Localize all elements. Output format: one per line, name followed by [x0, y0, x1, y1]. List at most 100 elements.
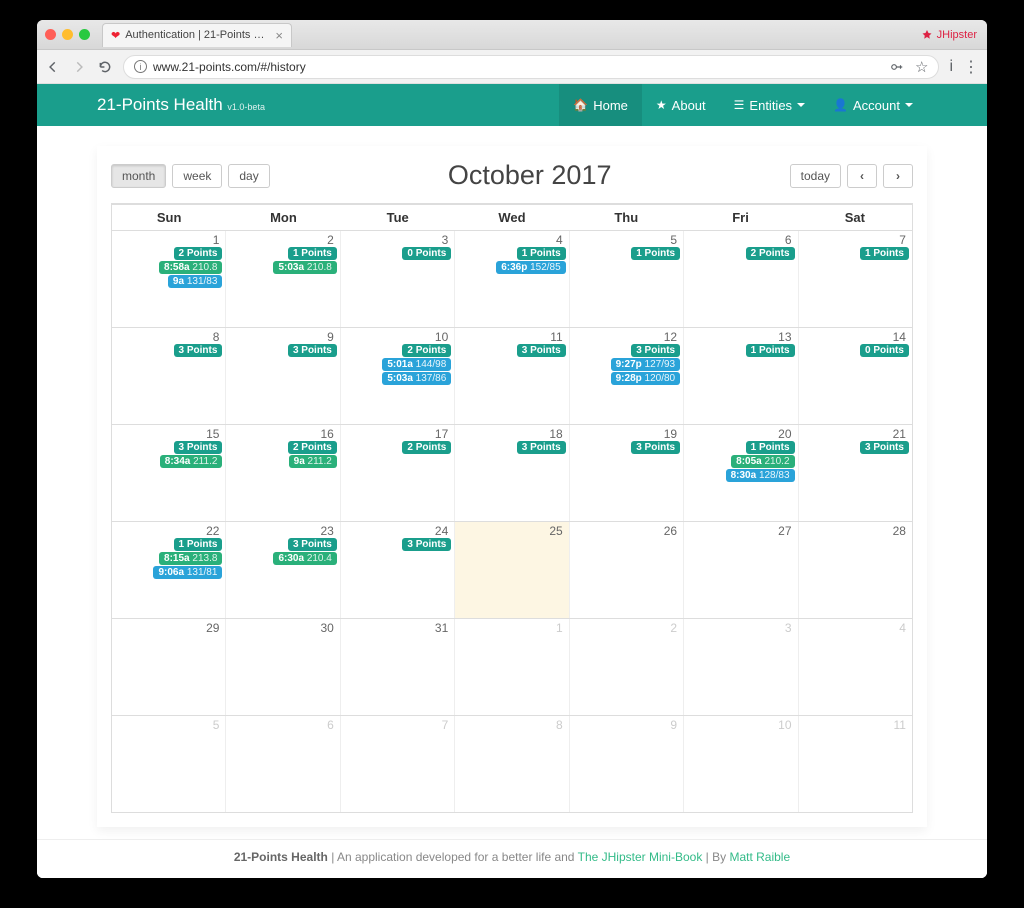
close-tab-icon[interactable]: ×: [275, 28, 283, 43]
calendar-cell[interactable]: 233 Points6:30a 210.4: [226, 522, 340, 618]
footer-link-author[interactable]: Matt Raible: [729, 850, 790, 864]
calendar-cell[interactable]: 9: [570, 716, 684, 812]
calendar-cell[interactable]: 6: [226, 716, 340, 812]
reload-button[interactable]: [97, 59, 113, 75]
event-weight[interactable]: 8:34a 211.2: [160, 455, 223, 468]
event-points[interactable]: 3 Points: [174, 344, 223, 357]
event-points[interactable]: 1 Points: [746, 441, 795, 454]
event-points[interactable]: 3 Points: [288, 538, 337, 551]
calendar-cell[interactable]: 12 Points8:58a 210.89a 131/83: [112, 231, 226, 327]
event-points[interactable]: 1 Points: [517, 247, 566, 260]
event-points[interactable]: 1 Points: [860, 247, 909, 260]
event-bp[interactable]: 5:03a 137/86: [382, 372, 451, 385]
calendar-cell[interactable]: 140 Points: [799, 328, 912, 424]
calendar-cell[interactable]: 28: [799, 522, 912, 618]
calendar-cell[interactable]: 10: [684, 716, 798, 812]
event-points[interactable]: 2 Points: [174, 247, 223, 260]
calendar-cell[interactable]: 29: [112, 619, 226, 715]
calendar-cell[interactable]: 5: [112, 716, 226, 812]
forward-button[interactable]: [71, 59, 87, 75]
event-weight[interactable]: 5:03a 210.8: [273, 261, 336, 274]
calendar-cell[interactable]: 1: [455, 619, 569, 715]
event-weight[interactable]: 9a 211.2: [289, 455, 337, 468]
next-button[interactable]: ›: [883, 164, 913, 188]
event-points[interactable]: 3 Points: [288, 344, 337, 357]
event-weight[interactable]: 8:15a 213.8: [159, 552, 222, 565]
calendar-cell[interactable]: 113 Points: [455, 328, 569, 424]
calendar-cell[interactable]: 153 Points8:34a 211.2: [112, 425, 226, 521]
calendar-cell[interactable]: 25: [455, 522, 569, 618]
event-points[interactable]: 2 Points: [746, 247, 795, 260]
star-icon[interactable]: ☆: [915, 58, 928, 76]
event-points[interactable]: 1 Points: [631, 247, 680, 260]
view-day-button[interactable]: day: [228, 164, 269, 188]
calendar-cell[interactable]: 162 Points9a 211.2: [226, 425, 340, 521]
calendar-cell[interactable]: 243 Points: [341, 522, 455, 618]
event-bp[interactable]: 6:36p 152/85: [496, 261, 566, 274]
calendar-cell[interactable]: 62 Points: [684, 231, 798, 327]
calendar-cell[interactable]: 123 Points9:27p 127/939:28p 120/80: [570, 328, 684, 424]
calendar-cell[interactable]: 27: [684, 522, 798, 618]
calendar-cell[interactable]: 30: [226, 619, 340, 715]
event-points[interactable]: 1 Points: [288, 247, 337, 260]
calendar-cell[interactable]: 83 Points: [112, 328, 226, 424]
event-points[interactable]: 3 Points: [174, 441, 223, 454]
calendar-cell[interactable]: 11: [799, 716, 912, 812]
brand[interactable]: 21-Points Health v1.0-beta: [97, 95, 265, 115]
key-icon[interactable]: [889, 60, 905, 74]
today-button[interactable]: today: [790, 164, 841, 188]
calendar-cell[interactable]: 2: [570, 619, 684, 715]
calendar-cell[interactable]: 30 Points: [341, 231, 455, 327]
event-points[interactable]: 3 Points: [631, 344, 680, 357]
event-points[interactable]: 2 Points: [402, 441, 451, 454]
footer-link-book[interactable]: The JHipster Mini-Book: [578, 850, 703, 864]
back-button[interactable]: [45, 59, 61, 75]
event-weight[interactable]: 8:05a 210.2: [731, 455, 794, 468]
calendar-cell[interactable]: 4: [799, 619, 912, 715]
event-points[interactable]: 2 Points: [402, 344, 451, 357]
nav-account[interactable]: 👤 Account: [819, 84, 927, 126]
event-bp[interactable]: 8:30a 128/83: [726, 469, 795, 482]
calendar-cell[interactable]: 183 Points: [455, 425, 569, 521]
nav-about[interactable]: ★ About: [642, 84, 720, 126]
event-points[interactable]: 1 Points: [746, 344, 795, 357]
calendar-cell[interactable]: 193 Points: [570, 425, 684, 521]
calendar-cell[interactable]: 3: [684, 619, 798, 715]
calendar-cell[interactable]: 7: [341, 716, 455, 812]
event-points[interactable]: 3 Points: [631, 441, 680, 454]
view-week-button[interactable]: week: [172, 164, 222, 188]
address-bar[interactable]: i www.21-points.com/#/history ☆: [123, 55, 939, 79]
event-points[interactable]: 3 Points: [860, 441, 909, 454]
calendar-cell[interactable]: 21 Points5:03a 210.8: [226, 231, 340, 327]
maximize-window-button[interactable]: [79, 29, 90, 40]
calendar-cell[interactable]: 71 Points: [799, 231, 912, 327]
page-info-icon[interactable]: i: [949, 58, 953, 76]
prev-button[interactable]: ‹: [847, 164, 877, 188]
calendar-cell[interactable]: 41 Points6:36p 152/85: [455, 231, 569, 327]
nav-home[interactable]: 🏠 Home: [559, 84, 642, 126]
calendar-cell[interactable]: 31: [341, 619, 455, 715]
calendar-cell[interactable]: 221 Points8:15a 213.89:06a 131/81: [112, 522, 226, 618]
calendar-cell[interactable]: 102 Points5:01a 144/985:03a 137/86: [341, 328, 455, 424]
view-month-button[interactable]: month: [111, 164, 166, 188]
event-bp[interactable]: 9a 131/83: [168, 275, 223, 288]
minimize-window-button[interactable]: [62, 29, 73, 40]
site-info-icon[interactable]: i: [134, 60, 147, 73]
event-points[interactable]: 0 Points: [860, 344, 909, 357]
event-points[interactable]: 1 Points: [174, 538, 223, 551]
calendar-cell[interactable]: 172 Points: [341, 425, 455, 521]
event-points[interactable]: 0 Points: [402, 247, 451, 260]
event-points[interactable]: 3 Points: [517, 344, 566, 357]
nav-entities[interactable]: ☰ Entities: [720, 84, 819, 126]
menu-icon[interactable]: ⋮: [963, 57, 979, 77]
calendar-cell[interactable]: 8: [455, 716, 569, 812]
event-bp[interactable]: 9:27p 127/93: [611, 358, 681, 371]
calendar-cell[interactable]: 93 Points: [226, 328, 340, 424]
event-bp[interactable]: 5:01a 144/98: [382, 358, 451, 371]
event-bp[interactable]: 9:06a 131/81: [153, 566, 222, 579]
calendar-cell[interactable]: 131 Points: [684, 328, 798, 424]
calendar-cell[interactable]: 51 Points: [570, 231, 684, 327]
calendar-cell[interactable]: 213 Points: [799, 425, 912, 521]
calendar-cell[interactable]: 201 Points8:05a 210.28:30a 128/83: [684, 425, 798, 521]
event-weight[interactable]: 6:30a 210.4: [273, 552, 336, 565]
